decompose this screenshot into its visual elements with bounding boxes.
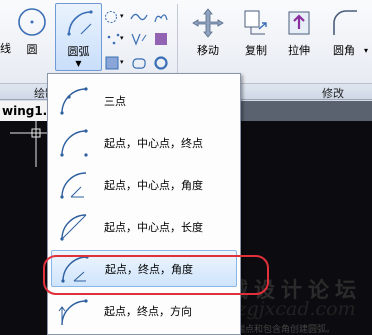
menu-item-label: 起点，中心点，长度 — [104, 220, 203, 234]
arc-button[interactable]: 圆弧 ▼ — [55, 3, 102, 71]
arc-label: 圆弧 — [67, 45, 90, 58]
arc-start-center-end-icon — [60, 129, 88, 157]
stretch-button[interactable]: 拉伸 — [281, 7, 317, 57]
fillet-icon — [333, 10, 357, 35]
circle-label: 圆 — [26, 43, 38, 56]
revcloud-icon[interactable] — [153, 10, 169, 26]
line-button-partial[interactable]: 线 — [0, 42, 11, 55]
menu-item-start-center-end[interactable]: 起点，中心点，终点 — [51, 124, 237, 161]
draw-tools-small: ▾ ▾ ▾ — [104, 6, 174, 70]
arc-start-end-direction-icon — [58, 299, 88, 326]
move-button[interactable]: 移动 — [188, 7, 228, 57]
ellipse-icon[interactable] — [104, 10, 118, 24]
copy-button[interactable]: 复制 — [236, 7, 276, 57]
fillet-chevron-icon[interactable]: ▾ — [364, 46, 368, 55]
menu-item-label: 三点 — [104, 94, 126, 108]
menu-item-start-end-direction[interactable]: 起点，终点，方向 — [51, 292, 237, 329]
boundary-icon[interactable] — [130, 56, 148, 70]
line-label: 线 — [0, 42, 11, 55]
gradient-icon[interactable] — [105, 56, 119, 70]
arc-icon — [66, 10, 93, 36]
fillet-button[interactable]: 圆角 — [324, 7, 364, 57]
arc-start-center-angle-icon — [60, 172, 87, 199]
menu-item-label: 起点，中心点，角度 — [104, 178, 203, 192]
circle-button[interactable]: 圆 — [15, 5, 49, 56]
menu-item-label: 起点，终点，方向 — [104, 304, 192, 318]
arc-dropdown-menu: 三点 起点，中心点，终点 起点，中心点，角度 起点，中心点，长度 起点，终点，角… — [47, 73, 241, 335]
modify-group-label: 修改 — [322, 87, 344, 100]
circle-icon — [18, 8, 46, 36]
hatch-icon[interactable] — [153, 31, 169, 47]
menu-item-start-center-angle[interactable]: 起点，中心点，角度 — [51, 166, 237, 203]
stretch-label: 拉伸 — [288, 44, 310, 57]
chevron-down-icon: ▼ — [75, 59, 82, 68]
menu-item-label: 起点，中心点，终点 — [104, 136, 203, 150]
spline-icon[interactable] — [130, 10, 148, 24]
polyline-icon[interactable] — [130, 31, 148, 47]
stretch-icon — [288, 11, 310, 35]
menu-item-3point[interactable]: 三点 — [51, 82, 237, 119]
arc-3point-icon — [60, 87, 88, 115]
move-label: 移动 — [197, 44, 219, 57]
point-icon[interactable] — [106, 32, 120, 46]
ribbon: 线 圆 圆弧 ▼ ▾ ▾ ▾ 移动 复制 拉伸 圆角 ▾ — [0, 0, 372, 84]
highlight-ring — [43, 255, 269, 295]
copy-label: 复制 — [245, 44, 267, 57]
arc-start-center-length-icon — [60, 214, 87, 241]
fillet-label: 圆角 — [333, 44, 355, 57]
copy-icon — [244, 10, 267, 35]
menu-item-start-center-length[interactable]: 起点，中心点，长度 — [51, 208, 237, 245]
donut-icon[interactable] — [153, 55, 169, 71]
move-icon — [192, 8, 224, 38]
